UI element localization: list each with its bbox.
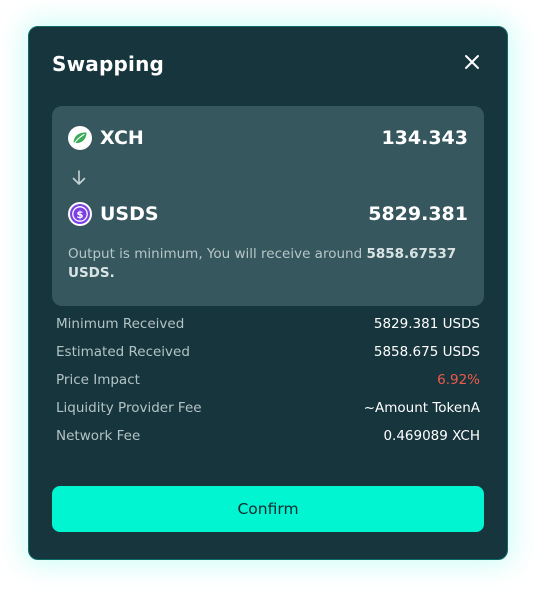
- swap-summary-box: XCH 134.343 $ USDS 5829.381 Output is mi…: [52, 106, 484, 306]
- detail-label: Minimum Received: [56, 316, 185, 332]
- detail-row-minimum-received: Minimum Received 5829.381 USDS: [56, 314, 480, 342]
- detail-value: 0.469089 XCH: [383, 428, 480, 444]
- swap-modal: Swapping XCH 134.343 $ USDS 5829.381 Out…: [28, 26, 508, 560]
- price-impact-value: 6.92%: [437, 372, 480, 388]
- to-token-symbol: USDS: [100, 203, 159, 225]
- to-token-amount: 5829.381: [368, 203, 468, 225]
- from-token-amount: 134.343: [381, 127, 468, 149]
- svg-text:$: $: [77, 210, 84, 221]
- detail-value: ~Amount TokenA: [363, 400, 480, 416]
- detail-row-network-fee: Network Fee 0.469089 XCH: [56, 426, 480, 454]
- detail-value: 5858.675 USDS: [373, 344, 480, 360]
- to-token-row: $ USDS 5829.381: [68, 202, 468, 228]
- detail-label: Estimated Received: [56, 344, 190, 360]
- output-note: Output is minimum, You will receive arou…: [68, 245, 468, 283]
- output-note-text: Output is minimum, You will receive arou…: [68, 246, 367, 262]
- arrow-down-icon: [72, 170, 86, 185]
- confirm-button[interactable]: Confirm: [52, 486, 484, 532]
- swap-details: Minimum Received 5829.381 USDS Estimated…: [56, 314, 480, 454]
- detail-label: Price Impact: [56, 372, 140, 388]
- detail-row-price-impact: Price Impact 6.92%: [56, 370, 480, 398]
- from-token-symbol: XCH: [100, 127, 144, 149]
- detail-row-liquidity-provider-fee: Liquidity Provider Fee ~Amount TokenA: [56, 398, 480, 426]
- from-token-row: XCH 134.343: [68, 126, 468, 152]
- detail-label: Liquidity Provider Fee: [56, 400, 202, 416]
- detail-value: 5829.381 USDS: [373, 316, 480, 332]
- detail-label: Network Fee: [56, 428, 141, 444]
- close-icon[interactable]: [463, 53, 481, 71]
- chia-leaf-icon: [68, 126, 92, 150]
- detail-row-estimated-received: Estimated Received 5858.675 USDS: [56, 342, 480, 370]
- modal-title: Swapping: [52, 52, 165, 76]
- usds-coin-icon: $: [68, 202, 92, 226]
